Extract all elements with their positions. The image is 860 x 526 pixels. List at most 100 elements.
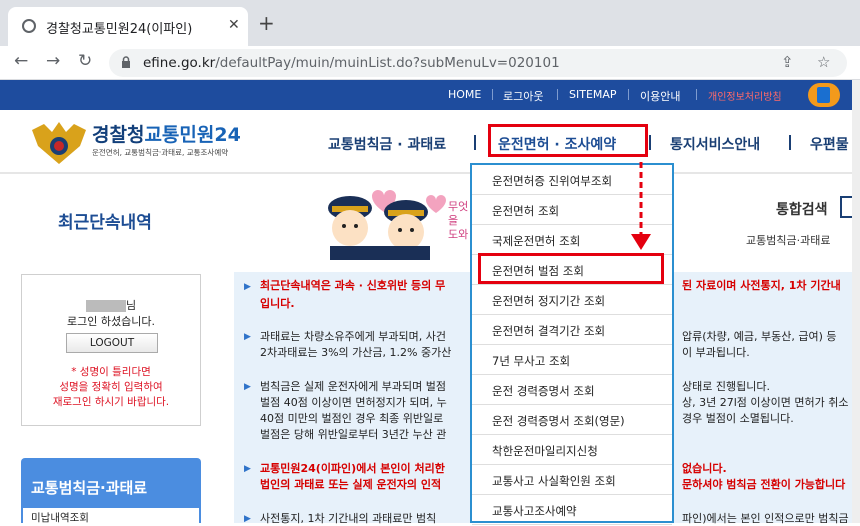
menu-item-label: 운전면허증 진위여부조회 <box>492 174 613 188</box>
guide-link[interactable]: 이용안내 <box>640 88 680 104</box>
divider <box>628 89 629 100</box>
notice-line: 문하셔야 범칙금 전환이 가능합니다 <box>682 478 846 491</box>
menu-item-label: 운전 경력증명서 조회(영문) <box>492 414 625 428</box>
notice-line: 상, 3년 27l점 이상이면 면허가 취소 <box>682 396 849 409</box>
share-icon[interactable]: ⇪ <box>781 53 794 71</box>
browser-tab[interactable]: 경찰청교통민원24(이파인) ✕ <box>8 7 248 46</box>
notice-line: 없습니다. <box>682 462 727 475</box>
forward-icon[interactable]: → <box>46 51 60 71</box>
menu-item-suspension-period[interactable]: 운전면허 정지기간 조회 <box>472 285 672 315</box>
menu-item-disqualification-period[interactable]: 운전면허 결격기간 조회 <box>472 315 672 345</box>
login-warning-line: * 성명이 틀리다면 <box>71 366 151 378</box>
menu-item-label: 운전 경력증명서 조회 <box>492 384 595 398</box>
site-logo-text[interactable]: 경찰청교통민원24 <box>92 120 241 147</box>
new-tab-icon[interactable]: + <box>258 11 275 35</box>
menu-item-label: 운전면허 정지기간 조회 <box>492 294 606 308</box>
sitemap-link[interactable]: SITEMAP <box>569 88 617 101</box>
notice-line: 경우 벌점이 소멸됩니다. <box>682 412 794 425</box>
notice-line: 범칙금은 실제 운전자에게 부과되며 벌점 <box>260 380 447 393</box>
logout-button[interactable]: LOGOUT <box>66 333 158 353</box>
left-menu-item[interactable]: 미납내역조회 <box>23 508 199 524</box>
user-suffix: 님 <box>125 299 137 312</box>
notice-line: 상태로 진행됩니다. <box>682 380 770 393</box>
accessibility-badge[interactable] <box>808 83 840 107</box>
notice-line: 압류(차량, 예금, 부동산, 급여) 등 <box>682 330 837 343</box>
police-emblem-icon[interactable] <box>30 120 88 166</box>
browser-tabstrip: 경찰청교통민원24(이파인) ✕ + <box>0 0 860 46</box>
notice-line: 이 부과됩니다. <box>682 346 750 359</box>
redacted-username <box>85 300 126 312</box>
gnb-mail[interactable]: 우편물 <box>810 134 849 154</box>
menu-item-label: 운전면허 조회 <box>492 204 560 218</box>
gnb-fines[interactable]: 교통범칙금 · 과태료 <box>328 134 446 154</box>
page-title: 최근단속내역 <box>58 213 152 233</box>
menu-item-label: 운전면허 결격기간 조회 <box>492 324 606 338</box>
bullet-icon: ▶ <box>244 332 251 342</box>
logout-link[interactable]: 로그아웃 <box>503 88 543 104</box>
divider <box>492 89 493 100</box>
menu-item-label: 교통사고조사예약 <box>492 504 577 518</box>
page-scrollbar[interactable] <box>852 80 860 523</box>
menu-item-label: 7년 무사고 조회 <box>492 354 571 368</box>
mascot-caption: 무엇을 도와 <box>448 200 469 241</box>
notice-line: 사전통지, 1차 기간내의 과태료만 범칙 <box>260 512 437 525</box>
gnb-notice-service[interactable]: 통지서비스안내 <box>670 134 760 154</box>
back-icon[interactable]: ← <box>14 51 28 71</box>
menu-item-label: 국제운전면허 조회 <box>492 234 581 248</box>
notice-line: 40점 미만의 벌점인 경우 최종 위반일로 <box>260 412 444 425</box>
search-category[interactable]: 교통범칙금·과태료 <box>746 232 830 248</box>
notice-line: 법인의 과태료 또는 실제 운전자의 인적 <box>260 478 442 491</box>
bullet-icon: ▶ <box>244 282 251 292</box>
left-menu-title[interactable]: 교통범칙금·과태료 <box>31 477 147 498</box>
menu-item-7yr-no-accident[interactable]: 7년 무사고 조회 <box>472 345 672 375</box>
notice-line: 벌점은 당해 위반일로부터 3년간 누산 관 <box>260 428 447 441</box>
login-warning-line: 재로그인 하시기 바랍니다. <box>52 396 170 408</box>
menu-item-accident-report[interactable]: 교통사고 사실확인원 조회 <box>472 465 672 495</box>
login-box: 님 로그인 하셨습니다. LOGOUT * 성명이 틀리다면 성명을 정확히 입… <box>21 274 201 426</box>
divider <box>649 135 651 150</box>
url-host: efine.go.kr <box>143 55 216 71</box>
highlight-box-penalty-points <box>478 253 664 284</box>
site-topbar: HOME 로그아웃 SITEMAP 이용안내 개인정보처리방침 <box>0 80 860 110</box>
menu-item-label: 교통사고 사실확인원 조회 <box>492 474 616 488</box>
address-bar[interactable]: efine.go.kr/defaultPay/muin/muinList.do?… <box>109 49 847 77</box>
divider <box>696 89 697 100</box>
document-icon <box>817 87 830 103</box>
search-label: 통합검색 <box>776 202 828 218</box>
menu-item-driving-record[interactable]: 운전 경력증명서 조회 <box>472 375 672 405</box>
logo-service: 교통민원24 <box>144 124 241 146</box>
notice-line: 벌점 40점 이상이면 면허정지가 되며, 누 <box>260 396 447 409</box>
logo-police: 경찰청 <box>92 124 145 146</box>
notice-line: 된 자료이며 사전통지, 1차 기간내 <box>682 279 841 292</box>
notice-line: 2차과태료는 3%의 가산금, 1.2% 중가산 <box>260 346 452 359</box>
browser-toolbar: ← → ↻ efine.go.kr/defaultPay/muin/muinLi… <box>0 46 860 80</box>
reload-icon[interactable]: ↻ <box>78 51 92 71</box>
bullet-icon: ▶ <box>244 382 251 392</box>
notice-line: 최근단속내역은 과속 · 신호위반 등의 무 <box>260 279 446 292</box>
menu-item-accident-reservation[interactable]: 교통사고조사예약 <box>472 495 672 525</box>
tab-title: 경찰청교통민원24(이파인) <box>46 22 193 37</box>
notice-line: 교통민원24(이파인)에서 본인이 처리한 <box>260 462 445 475</box>
user-greeting: 님 <box>22 297 200 313</box>
home-link[interactable]: HOME <box>448 88 481 101</box>
menu-item-label: 착한운전마일리지신청 <box>492 444 598 458</box>
url-path: /defaultPay/muin/muinList.do?subMenuLv=0… <box>215 55 560 71</box>
police-mascot-illustration <box>328 190 446 260</box>
globe-icon <box>22 19 36 33</box>
bookmark-star-icon[interactable]: ☆ <box>817 53 830 71</box>
divider <box>474 135 476 150</box>
divider <box>557 89 558 100</box>
left-menu: 교통범칙금·과태료 미납내역조회 <box>21 458 201 524</box>
menu-item-mileage[interactable]: 착한운전마일리지신청 <box>472 435 672 465</box>
close-tab-icon[interactable]: ✕ <box>228 17 240 33</box>
notice-line: 과태료는 차량소유주에게 부과되며, 사건 <box>260 330 447 343</box>
lock-icon <box>122 56 130 68</box>
menu-item-driving-record-en[interactable]: 운전 경력증명서 조회(영문) <box>472 405 672 435</box>
login-warning: * 성명이 틀리다면 성명을 정확히 입력하여 재로그인 하시기 바랍니다. <box>22 365 200 410</box>
privacy-link[interactable]: 개인정보처리방침 <box>708 88 782 103</box>
bullet-icon: ▶ <box>244 464 251 474</box>
notice-line: 입니다. <box>260 297 295 310</box>
notice-line: 파인)에서는 본인 인적으로만 범칙금 <box>682 512 849 525</box>
login-status: 로그인 하셨습니다. <box>67 315 155 328</box>
divider <box>789 135 791 150</box>
